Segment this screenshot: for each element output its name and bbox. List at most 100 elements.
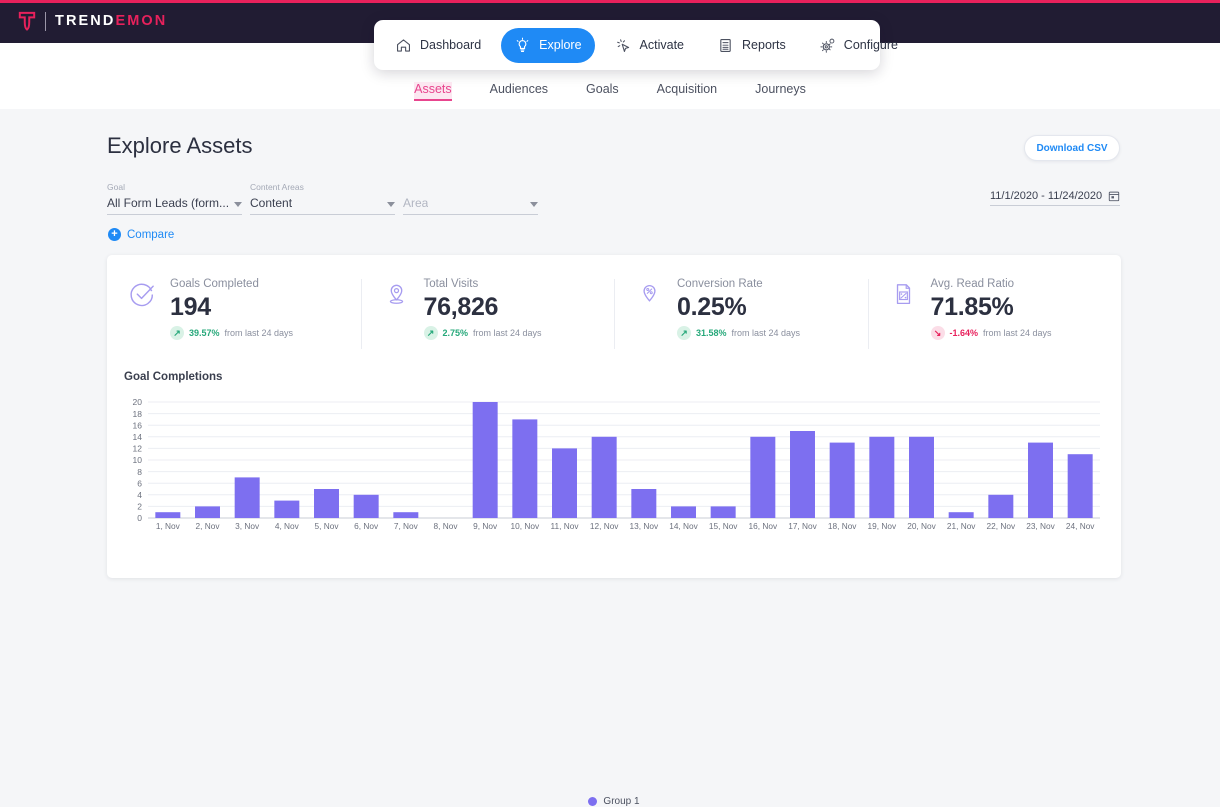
- chart-bar[interactable]: [909, 436, 934, 518]
- svg-text:4: 4: [137, 490, 142, 500]
- date-range-picker[interactable]: 11/1/2020 - 11/24/2020: [990, 190, 1120, 206]
- logo-divider: [45, 11, 46, 31]
- chart-bar[interactable]: [710, 506, 736, 518]
- chart-legend: Group 1: [107, 796, 1121, 807]
- trend-up-icon: ↗: [677, 326, 691, 340]
- svg-text:6, Nov: 6, Nov: [354, 521, 379, 531]
- chart-bar[interactable]: [512, 419, 538, 518]
- calendar-icon: [1108, 191, 1120, 202]
- nav-item-dashboard[interactable]: Dashboard: [382, 28, 494, 63]
- report-document-icon: [720, 38, 731, 52]
- filter-bar: Goal All Form Leads (form... Content Are…: [107, 182, 546, 215]
- trendemon-logo-icon: [18, 11, 36, 31]
- chart-bar[interactable]: [472, 402, 498, 518]
- svg-text:15, Nov: 15, Nov: [709, 521, 738, 531]
- nav-item-configure[interactable]: Configure: [806, 28, 911, 63]
- chart-bar[interactable]: [1067, 454, 1093, 518]
- svg-text:10, Nov: 10, Nov: [511, 521, 540, 531]
- kpi-delta-note: from last 24 days: [731, 328, 801, 338]
- svg-text:2: 2: [137, 502, 142, 512]
- chart-bar[interactable]: [671, 506, 696, 518]
- svg-text:14, Nov: 14, Nov: [669, 521, 698, 531]
- svg-text:18: 18: [133, 409, 143, 419]
- chart-bar[interactable]: [790, 431, 815, 518]
- svg-text:2, Nov: 2, Nov: [196, 521, 221, 531]
- chart-bar[interactable]: [1028, 442, 1053, 518]
- subtab-acquisition[interactable]: Acquisition: [657, 82, 717, 101]
- svg-text:20, Nov: 20, Nov: [907, 521, 936, 531]
- chart-bar[interactable]: [274, 500, 300, 518]
- goal-filter[interactable]: Goal All Form Leads (form...: [107, 182, 242, 215]
- nav-label-configure: Configure: [843, 38, 898, 52]
- nav-item-reports[interactable]: Reports: [704, 28, 799, 63]
- kpi-label: Conversion Rate: [677, 278, 763, 290]
- home-icon: [396, 38, 411, 52]
- chart-bar[interactable]: [393, 512, 419, 518]
- chart-bar[interactable]: [869, 436, 895, 518]
- chart-bar[interactable]: [829, 442, 855, 518]
- kpi-delta-note: from last 24 days: [224, 328, 294, 338]
- svg-text:7, Nov: 7, Nov: [394, 521, 419, 531]
- area-filter[interactable]: Area: [403, 182, 538, 215]
- subtab-assets[interactable]: Assets: [414, 82, 452, 101]
- chevron-down-icon: [387, 202, 395, 207]
- kpi-total-visits: Total Visits 76,826 ↗ 2.75% from last 24…: [360, 277, 615, 351]
- kpi-delta-value: 39.57%: [189, 328, 220, 338]
- svg-text:10: 10: [133, 455, 143, 465]
- svg-text:23, Nov: 23, Nov: [1026, 521, 1055, 531]
- chart-bar[interactable]: [552, 448, 577, 518]
- chart-bar[interactable]: [750, 436, 776, 518]
- content-areas-filter-label: Content Areas: [250, 182, 304, 192]
- svg-text:20: 20: [133, 397, 143, 407]
- chart-bar[interactable]: [948, 512, 974, 518]
- chart-bar[interactable]: [631, 489, 657, 518]
- chart-yaxis-labels: 02468101214161820: [133, 397, 143, 523]
- page-title: Explore Assets: [107, 133, 253, 158]
- subtab-audiences[interactable]: Audiences: [490, 82, 548, 101]
- percent-shield-icon: [643, 284, 656, 302]
- compare-label: Compare: [127, 228, 175, 241]
- kpi-delta: ↗ 2.75% from last 24 days: [423, 326, 542, 340]
- nav-item-explore[interactable]: Explore: [501, 27, 595, 63]
- lightbulb-icon: [516, 37, 529, 52]
- kpi-delta: ↘ -1.64% from last 24 days: [930, 326, 1052, 340]
- svg-text:8: 8: [137, 467, 142, 477]
- kpi-value: 71.85%: [930, 293, 1014, 321]
- kpi-value: 194: [170, 293, 211, 321]
- goal-completions-bar-chart[interactable]: 02468101214161820: [122, 396, 1102, 526]
- compare-button[interactable]: + Compare: [108, 228, 174, 241]
- svg-text:12: 12: [133, 444, 143, 454]
- subtab-goals[interactable]: Goals: [586, 82, 619, 101]
- svg-text:9, Nov: 9, Nov: [473, 521, 498, 531]
- kpi-delta: ↗ 39.57% from last 24 days: [170, 326, 293, 340]
- chart-bar[interactable]: [353, 494, 379, 518]
- brand-logo[interactable]: TRENDEMON: [18, 11, 167, 31]
- chart-bar[interactable]: [314, 489, 339, 518]
- svg-text:17, Nov: 17, Nov: [788, 521, 817, 531]
- chart-bar[interactable]: [195, 506, 220, 518]
- area-filter-placeholder: Area: [403, 196, 429, 210]
- svg-text:8, Nov: 8, Nov: [434, 521, 459, 531]
- main-navigation: Dashboard Explore Activate Reports Confi…: [374, 20, 898, 70]
- kpi-conversion-rate: Conversion Rate 0.25% ↗ 31.58% from last…: [614, 277, 868, 351]
- kpi-delta-value: 2.75%: [442, 328, 469, 338]
- chart-bar[interactable]: [234, 477, 260, 518]
- date-range-value: 11/1/2020 - 11/24/2020: [990, 190, 1103, 202]
- check-circle-icon: [130, 283, 154, 307]
- nav-item-activate[interactable]: Activate: [602, 28, 697, 63]
- subtab-journeys[interactable]: Journeys: [755, 82, 806, 101]
- kpi-label: Total Visits: [423, 278, 479, 290]
- xaxis-tick-labels: 1, Nov 2, Nov 3, Nov 4, Nov 5, Nov 6, Nov 7, N…: [156, 521, 1095, 531]
- percent-document-icon: [896, 284, 910, 305]
- chart-bar[interactable]: [988, 494, 1014, 518]
- svg-text:11, Nov: 11, Nov: [551, 521, 580, 531]
- download-csv-button[interactable]: Download CSV: [1024, 135, 1120, 161]
- svg-text:3, Nov: 3, Nov: [235, 521, 260, 531]
- content-areas-filter[interactable]: Content Areas Content: [250, 182, 395, 215]
- gear-icon: [820, 38, 835, 53]
- chart-bar[interactable]: [591, 436, 617, 518]
- chart-bar[interactable]: [155, 512, 181, 518]
- svg-text:21, Nov: 21, Nov: [947, 521, 976, 531]
- area-filter-label: [403, 182, 538, 193]
- kpi-delta-note: from last 24 days: [473, 328, 542, 338]
